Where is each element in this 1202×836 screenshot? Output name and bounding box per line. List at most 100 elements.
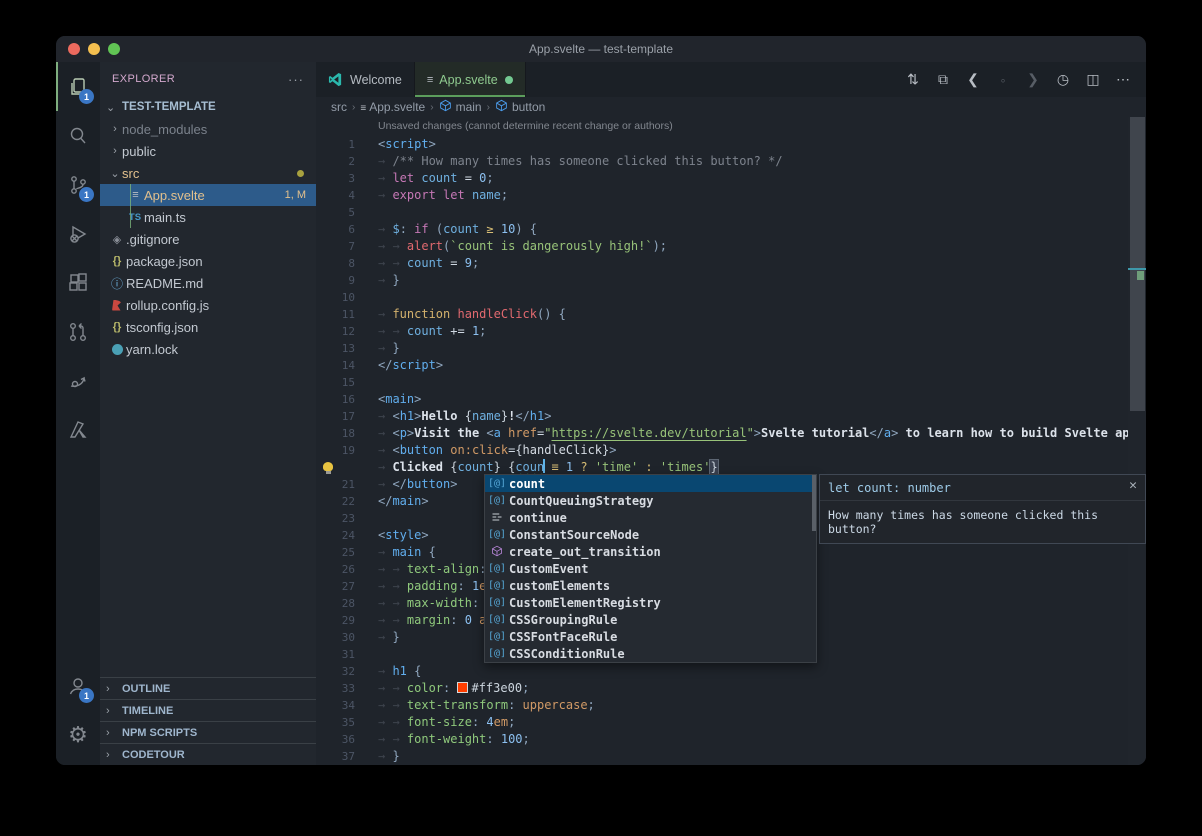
code-line-2[interactable]: 2→ /** How many times has someone clicke…: [316, 153, 1128, 170]
code-line-3[interactable]: 3→ let count = 0;: [316, 170, 1128, 187]
suggest-item-cssconditionrule[interactable]: [@]CSSConditionRule: [485, 645, 816, 662]
suggest-item-cssgroupingrule[interactable]: [@]CSSGroupingRule: [485, 611, 816, 628]
code-editor[interactable]: Unsaved changes (cannot determine recent…: [316, 117, 1146, 765]
tab-welcome[interactable]: Welcome: [316, 62, 415, 97]
symbol-var-icon: [@]: [485, 529, 509, 540]
code-line-35[interactable]: 35→ → font-size: 4em;: [316, 714, 1128, 731]
section-timeline[interactable]: ›TIMELINE: [100, 699, 316, 721]
color-swatch[interactable]: [457, 682, 468, 693]
previous-change-icon[interactable]: ❮: [960, 71, 986, 88]
file-row-gitignore[interactable]: ◈.gitignore: [100, 228, 316, 250]
activity-extensions-icon[interactable]: [56, 258, 100, 307]
breadcrumb-item-main[interactable]: main: [439, 99, 482, 115]
code-line-8[interactable]: 8→ → count = 9;: [316, 255, 1128, 272]
file-row-readme-md[interactable]: ⓘREADME.md: [100, 272, 316, 294]
suggest-item-customelementregistry[interactable]: [@]CustomElementRegistry: [485, 594, 816, 611]
suggest-item-cssfontfacerule[interactable]: [@]CSSFontFaceRule: [485, 628, 816, 645]
suggest-item-countqueuingstrategy[interactable]: [@]CountQueuingStrategy: [485, 492, 816, 509]
code-line-36[interactable]: 36→ → font-weight: 100;: [316, 731, 1128, 748]
code-line-4[interactable]: 4→ export let name;: [316, 187, 1128, 204]
file-row-public[interactable]: ›public: [100, 140, 316, 162]
breadcrumb-item-app-svelte[interactable]: ≡App.svelte: [360, 100, 425, 114]
suggest-item-count[interactable]: [@]count: [485, 475, 816, 492]
code-line-10[interactable]: 10: [316, 289, 1128, 306]
code-line-16[interactable]: 16<main>: [316, 391, 1128, 408]
more-actions-icon[interactable]: ⋯: [1110, 71, 1136, 88]
suggest-label: CustomEvent: [509, 562, 588, 576]
activity-accounts-icon[interactable]: 1: [56, 661, 100, 710]
code-line-13[interactable]: 13→ }: [316, 340, 1128, 357]
suggest-scrollbar[interactable]: [812, 475, 816, 531]
code-line-37[interactable]: 37→ }: [316, 748, 1128, 765]
activity-azure-icon[interactable]: [56, 405, 100, 454]
code-line-34[interactable]: 34→ → text-transform: uppercase;: [316, 697, 1128, 714]
code-line-5[interactable]: 5: [316, 204, 1128, 221]
tree-root-test-template[interactable]: ⌄ TEST-TEMPLATE: [100, 96, 316, 118]
code-line-14[interactable]: 14</script>: [316, 357, 1128, 374]
close-icon[interactable]: ✕: [1129, 478, 1137, 493]
file-row-src[interactable]: ⌄src: [100, 162, 316, 184]
breadcrumb-item-src[interactable]: src: [331, 100, 347, 114]
cube-icon: [495, 99, 508, 115]
activity-source-control-icon[interactable]: 1: [56, 160, 100, 209]
code-line-32[interactable]: 32→ h1 {: [316, 663, 1128, 680]
code-line-17[interactable]: 17→ <h1>Hello {name}!</h1>: [316, 408, 1128, 425]
suggest-item-create_out_transition[interactable]: create_out_transition: [485, 543, 816, 560]
next-change-icon[interactable]: ❯: [1020, 71, 1046, 88]
code-line-19[interactable]: 19→ <button on:click={handleClick}>: [316, 442, 1128, 459]
file-row-yarn-lock[interactable]: yarn.lock: [100, 338, 316, 360]
explorer-more-actions-icon[interactable]: ···: [288, 72, 304, 87]
line-number: 37: [316, 748, 355, 765]
suggest-item-customevent[interactable]: [@]CustomEvent: [485, 560, 816, 577]
overview-ruler[interactable]: [1128, 117, 1146, 765]
suggest-item-continue[interactable]: continue: [485, 509, 816, 526]
activity-bar: 111⚙: [56, 62, 100, 765]
scrollbar-thumb[interactable]: [1130, 117, 1145, 411]
file-row-node_modules[interactable]: ›node_modules: [100, 118, 316, 140]
code-line-9[interactable]: 9→ }: [316, 272, 1128, 289]
line-number: 5: [316, 204, 355, 221]
code-line-33[interactable]: 33→ → color: #ff3e00;: [316, 680, 1128, 697]
timeline-history-icon[interactable]: ◷: [1050, 71, 1076, 88]
activity-search-icon[interactable]: [56, 111, 100, 160]
activity-live-share-icon[interactable]: [56, 356, 100, 405]
git-compare-icon[interactable]: ⇅: [900, 71, 926, 88]
line-number: 9: [316, 272, 355, 289]
braces-file-icon: {}: [108, 321, 126, 333]
editor-group: Welcome≡App.svelte⇅⧉❮◦❯◷◫⋯ src›≡App.svel…: [316, 62, 1146, 765]
code-line-6[interactable]: 6→ $: if (count ≥ 10) {: [316, 221, 1128, 238]
code-line-15[interactable]: 15: [316, 374, 1128, 391]
file-row-tsconfig-json[interactable]: {}tsconfig.json: [100, 316, 316, 338]
suggest-label: CSSGroupingRule: [509, 613, 617, 627]
file-row-app-svelte[interactable]: ≡App.svelte1, M: [100, 184, 316, 206]
section-npm-scripts[interactable]: ›NPM SCRIPTS: [100, 721, 316, 743]
file-row-package-json[interactable]: {}package.json: [100, 250, 316, 272]
file-row-rollup-config-js[interactable]: rollup.config.js: [100, 294, 316, 316]
tab-app-svelte[interactable]: ≡App.svelte: [415, 62, 526, 97]
current-change-icon[interactable]: ◦: [990, 72, 1016, 88]
open-preview-icon[interactable]: ⧉: [930, 71, 956, 88]
activity-explorer-icon[interactable]: 1: [56, 62, 100, 111]
line-number: 26: [316, 561, 355, 578]
code-line-18[interactable]: 18→ <p>Visit the <a href="https://svelte…: [316, 425, 1128, 442]
breadcrumb-item-button[interactable]: button: [495, 99, 545, 115]
suggest-item-customelements[interactable]: [@]customElements: [485, 577, 816, 594]
split-editor-icon[interactable]: ◫: [1080, 71, 1106, 88]
code-line-11[interactable]: 11→ function handleClick() {: [316, 306, 1128, 323]
codelens-unsaved-changes[interactable]: Unsaved changes (cannot determine recent…: [378, 120, 673, 132]
code-line-12[interactable]: 12→ → count += 1;: [316, 323, 1128, 340]
suggest-item-constantsourcenode[interactable]: [@]ConstantSourceNode: [485, 526, 816, 543]
section-codetour[interactable]: ›CODETOUR: [100, 743, 316, 765]
suggest-detail-panel: let count: number How many times has som…: [819, 474, 1146, 544]
suggest-signature: let count: number: [820, 475, 1145, 500]
yarn-file-icon: [108, 344, 126, 355]
activity-run-debug-icon[interactable]: [56, 209, 100, 258]
section-outline[interactable]: ›OUTLINE: [100, 677, 316, 699]
activity-pull-requests-icon[interactable]: [56, 307, 100, 356]
activity-settings-icon[interactable]: ⚙: [56, 710, 100, 759]
code-line-7[interactable]: 7→ → alert(`count is dangerously high!`)…: [316, 238, 1128, 255]
file-row-main-ts[interactable]: TSmain.ts: [100, 206, 316, 228]
code-line-1[interactable]: 1<script>: [316, 136, 1128, 153]
lightbulb-icon[interactable]: [323, 462, 333, 471]
explorer-title: EXPLORER: [112, 73, 175, 85]
